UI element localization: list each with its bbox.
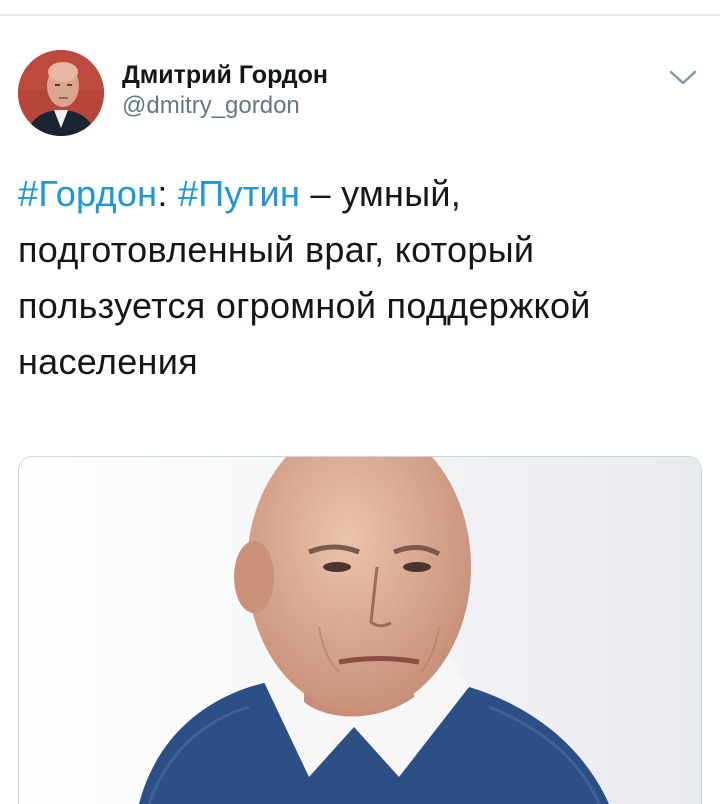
top-divider [0, 0, 720, 16]
chevron-down-icon [669, 70, 697, 85]
tweet-text: #Гордон: #Путин – умный, подготовленный … [18, 166, 708, 390]
tweet-text-separator: : [157, 173, 178, 214]
tweet-header: Дмитрий Гордон @dmitry_gordon [18, 50, 702, 140]
person-portrait-icon [18, 50, 104, 136]
tweet-menu-button[interactable] [668, 68, 698, 88]
author-display-name[interactable]: Дмитрий Гордон [122, 60, 328, 90]
author-avatar[interactable] [18, 50, 104, 136]
tweet-card[interactable]: Дмитрий Гордон @dmitry_gordon #Гордон: #… [0, 16, 720, 804]
photo-portrait-icon [19, 457, 701, 804]
author-handle[interactable]: @dmitry_gordon [122, 90, 328, 122]
hashtag-gordon-link[interactable]: #Гордон [18, 173, 157, 214]
author-names: Дмитрий Гордон @dmitry_gordon [122, 60, 328, 122]
hashtag-putin-link[interactable]: #Путин [178, 173, 300, 214]
tweet-media-photo[interactable] [18, 456, 702, 804]
